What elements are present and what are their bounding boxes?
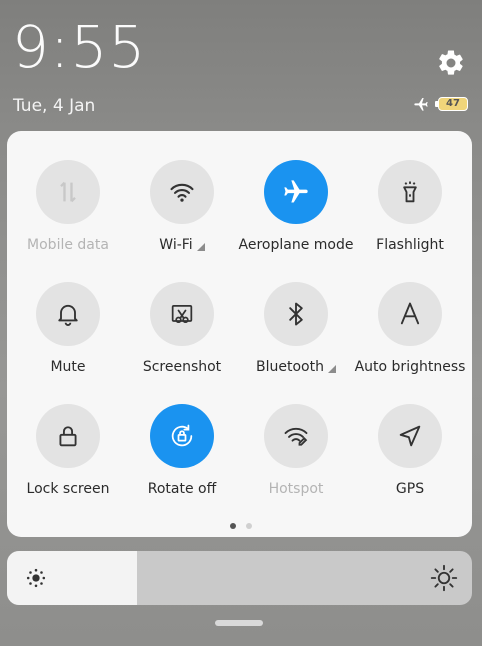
status-area: 9:55 Tue, 4 Jan 47 bbox=[0, 0, 482, 130]
mobile-data-icon bbox=[36, 160, 100, 224]
expand-triangle-icon bbox=[327, 364, 336, 373]
tile-label: Mobile data bbox=[27, 237, 109, 253]
tile-label: Hotspot bbox=[268, 481, 324, 497]
tile-gps[interactable]: GPS bbox=[352, 404, 468, 524]
clock: 9:55 bbox=[12, 13, 147, 81]
drag-handle[interactable] bbox=[215, 620, 263, 626]
tile-bluetooth[interactable]: Bluetooth bbox=[238, 282, 354, 402]
flashlight-icon bbox=[378, 160, 442, 224]
tile-label: Wi-Fi bbox=[159, 237, 193, 253]
tile-auto-brightness[interactable]: Auto brightness bbox=[352, 282, 468, 402]
gear-icon[interactable] bbox=[436, 48, 466, 78]
tile-label: Flashlight bbox=[376, 237, 444, 253]
brightness-high-icon bbox=[430, 564, 458, 592]
expand-triangle-icon bbox=[196, 242, 205, 251]
airplane-icon bbox=[414, 98, 428, 111]
tile-rotate-off[interactable]: Rotate off bbox=[124, 404, 240, 524]
tile-label-wrap: Bluetooth bbox=[256, 359, 336, 375]
wifi-icon bbox=[150, 160, 214, 224]
tile-label: Aeroplane mode bbox=[238, 237, 354, 253]
auto-brightness-icon bbox=[378, 282, 442, 346]
page-dot-1[interactable] bbox=[230, 523, 236, 529]
tile-mute[interactable]: Mute bbox=[10, 282, 126, 402]
tile-label-wrap: Wi-Fi bbox=[159, 237, 205, 253]
battery-level: 47 bbox=[446, 98, 460, 109]
screenshot-icon bbox=[150, 282, 214, 346]
tile-label: Screenshot bbox=[142, 359, 222, 375]
tile-aeroplane-mode[interactable]: Aeroplane mode bbox=[238, 160, 354, 280]
brightness-slider[interactable] bbox=[7, 551, 472, 605]
system-icons: 47 bbox=[412, 96, 468, 112]
page-indicator bbox=[230, 523, 252, 529]
bluetooth-icon bbox=[264, 282, 328, 346]
tile-hotspot[interactable]: Hotspot bbox=[238, 404, 354, 524]
tile-screenshot[interactable]: Screenshot bbox=[124, 282, 240, 402]
tile-lock-screen[interactable]: Lock screen bbox=[10, 404, 126, 524]
tile-label: Rotate off bbox=[147, 481, 217, 497]
tile-label: Bluetooth bbox=[256, 359, 324, 375]
quick-settings-panel: Mobile data Wi-Fi Aeroplane mode Flashli… bbox=[7, 131, 472, 537]
lock-icon bbox=[36, 404, 100, 468]
bell-icon bbox=[36, 282, 100, 346]
tile-label: Lock screen bbox=[26, 481, 110, 497]
airplane-icon bbox=[264, 160, 328, 224]
gps-icon bbox=[378, 404, 442, 468]
tile-flashlight[interactable]: Flashlight bbox=[352, 160, 468, 280]
tile-wifi[interactable]: Wi-Fi bbox=[124, 160, 240, 280]
hotspot-icon bbox=[264, 404, 328, 468]
tile-label: Mute bbox=[50, 359, 86, 375]
tile-mobile-data[interactable]: Mobile data bbox=[10, 160, 126, 280]
tile-label: Auto brightness bbox=[354, 359, 466, 375]
rotate-lock-icon bbox=[150, 404, 214, 468]
battery-icon: 47 bbox=[435, 97, 468, 111]
tile-label: GPS bbox=[395, 481, 425, 497]
page-dot-2[interactable] bbox=[246, 523, 252, 529]
brightness-low-icon bbox=[26, 568, 46, 588]
date: Tue, 4 Jan bbox=[13, 96, 96, 116]
